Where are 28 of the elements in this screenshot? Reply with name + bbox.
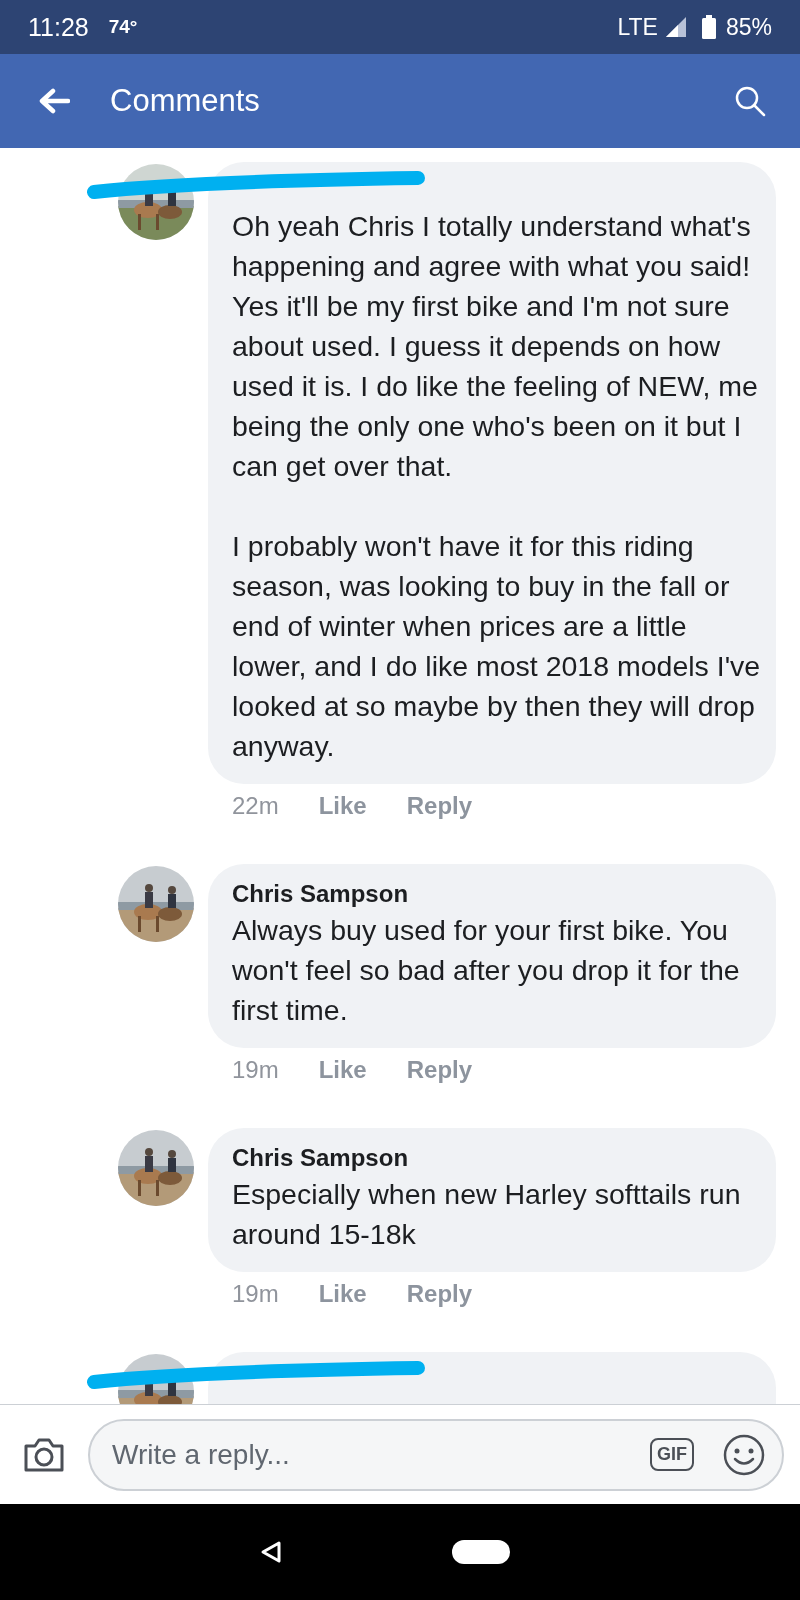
author-name[interactable]: Chris Sampson	[232, 1142, 762, 1174]
comment-text: I probably won't have it for this riding season, was looking to buy in the fall or end of winter when prices are a little lower, and I do like most 2018 models I've looked at so maybe by then they will drop anyway.	[232, 529, 762, 764]
comment-text: Always buy used for your first bike. You won't feel so bad after you drop it for the first time.	[232, 913, 741, 1028]
comment-text: Oh yeah Chris I totally understand what's happening and agree with what you said! Yes it'll be my first bike and I'm not sure about used. I guess it depends on how used it is. I do like the feeling of NEW, me being the only one who's been on it but I can get over that.	[232, 209, 759, 484]
comment-time: 22m	[232, 792, 279, 820]
comment-text: Especially when new Harley softtails run around 15-18k	[232, 1177, 742, 1252]
battery-level: 85%	[725, 13, 772, 41]
reply-link[interactable]: Reply	[406, 1056, 473, 1084]
network-type: LTE	[617, 13, 658, 41]
home-button[interactable]	[452, 1540, 510, 1564]
screen-title: Comments	[110, 83, 260, 119]
comment-time: 19m	[232, 1056, 279, 1084]
back-arrow-icon[interactable]	[38, 87, 70, 115]
gif-button[interactable]: GIF	[650, 1438, 694, 1471]
like-link[interactable]: Like	[318, 792, 367, 820]
clock: 11:28	[28, 12, 89, 42]
comment-time: 19m	[232, 1280, 279, 1308]
reply-link[interactable]: Reply	[406, 1280, 473, 1308]
smiley-icon[interactable]	[722, 1432, 766, 1477]
reply-link[interactable]: Reply	[406, 792, 473, 820]
battery-icon	[701, 15, 716, 39]
reply-field[interactable]: Write a reply... GIF	[88, 1418, 784, 1491]
search-icon[interactable]	[734, 85, 766, 117]
back-icon[interactable]	[260, 1540, 282, 1564]
author-name[interactable]: Chris Sampson	[232, 878, 762, 910]
like-link[interactable]: Like	[318, 1280, 367, 1308]
like-link[interactable]: Like	[318, 1056, 367, 1084]
temperature: 74°	[108, 16, 138, 38]
